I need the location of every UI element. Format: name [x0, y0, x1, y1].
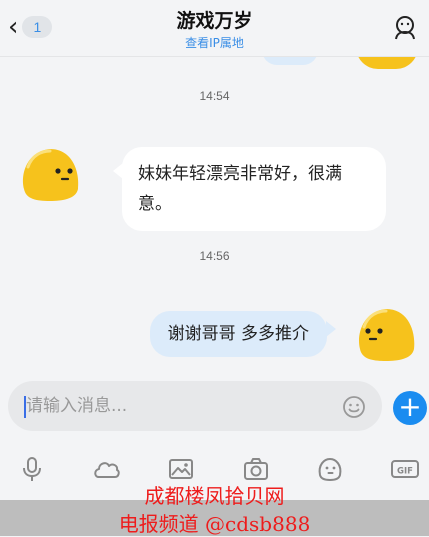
outgoing-message[interactable]: 谢谢哥哥 多多推介 [149, 311, 337, 357]
watermark-line-1: 成都楼凤拾贝网 [144, 484, 285, 508]
message-list[interactable]: 14:54 妹妹年轻漂亮非常好，很满意。 14:56 谢谢哥哥 多多推介 [0, 57, 429, 375]
plus-icon: + [398, 390, 422, 423]
previous-self-avatar [356, 57, 418, 69]
message-composer: + [0, 375, 429, 437]
svg-text:GIF: GIF [397, 467, 413, 477]
smile-icon[interactable] [342, 395, 366, 419]
plus-button[interactable]: + [393, 391, 427, 425]
contact-avatar[interactable] [18, 143, 82, 203]
watermark: 成都楼凤拾贝网 电报频道 @cdsb888 [0, 478, 429, 536]
profile-icon[interactable] [393, 14, 417, 40]
watermark-line-2: 电报频道 @cdsb888 [118, 512, 311, 536]
previous-message-bubble [262, 57, 318, 65]
chat-title: 游戏万岁 [176, 10, 253, 32]
message-timestamp: 14:56 [199, 249, 230, 263]
ip-location-link[interactable]: 查看IP属地 [0, 34, 429, 51]
self-avatar[interactable] [354, 303, 418, 363]
text-cursor [24, 396, 26, 418]
incoming-message[interactable]: 妹妹年轻漂亮非常好，很满意。 [113, 147, 386, 231]
message-timestamp: 14:54 [199, 89, 230, 103]
chat-header: ‹ 1 游戏万岁 查看IP属地 [0, 0, 429, 56]
message-input[interactable] [8, 381, 382, 431]
